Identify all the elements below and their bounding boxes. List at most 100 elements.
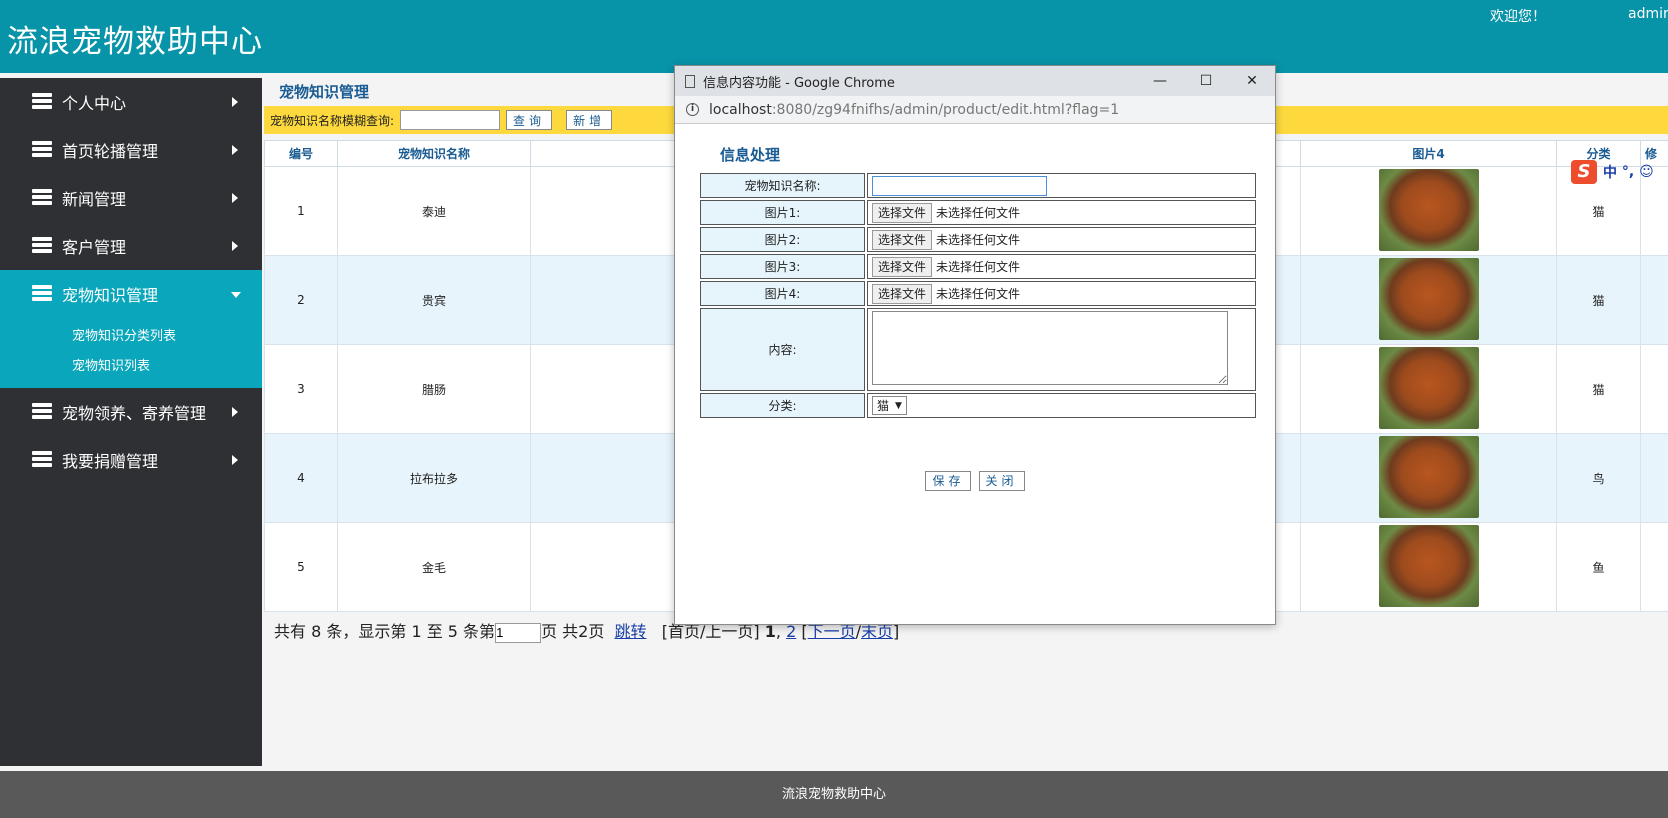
image2-file-status: 未选择任何文件 <box>936 232 1021 247</box>
ime-toolbar[interactable]: S 中 °, ☺ <box>1571 160 1654 184</box>
chevron-right-icon <box>232 407 238 417</box>
search-label: 宠物知识名称模糊查询: <box>270 113 395 128</box>
cell-category: 鸟 <box>1556 433 1641 523</box>
sogou-icon: S <box>1571 160 1597 184</box>
user-name[interactable]: admin <box>1628 6 1668 22</box>
chevron-right-icon <box>232 455 238 465</box>
image1-file-button[interactable]: 选择文件 <box>872 202 933 223</box>
cell-id: 3 <box>264 344 338 434</box>
stack-icon <box>32 189 52 207</box>
edit-form: 宠物知识名称: 图片1: 选择文件 未选择任何文件 图片2: 选择文件 未选择任何文… <box>698 171 1258 420</box>
cell-id: 2 <box>264 255 338 345</box>
url-path: :8080/zg94fnifhs/admin/product/edit.html… <box>771 101 1120 118</box>
column-header: 编号 <box>264 140 338 167</box>
cell-id: 5 <box>264 522 338 612</box>
form-actions: 保存 关闭 <box>675 470 1275 491</box>
stack-icon <box>32 285 52 303</box>
cell-name: 贵宾 <box>337 255 531 345</box>
cell-name: 金毛 <box>337 522 531 612</box>
name-label: 宠物知识名称: <box>700 173 865 198</box>
stack-icon <box>32 451 52 469</box>
minimize-icon[interactable]: — <box>1137 66 1183 96</box>
name-input[interactable] <box>872 175 1047 196</box>
address-bar[interactable]: i localhost:8080/zg94fnifhs/admin/produc… <box>675 96 1275 124</box>
sidebar-subitem-category-list[interactable]: 宠物知识分类列表 <box>0 322 262 352</box>
sidebar-item-label: 宠物知识管理 <box>62 286 159 305</box>
cell-category: 猫 <box>1556 255 1641 345</box>
stack-icon <box>32 93 52 111</box>
pet-image-4 <box>1378 168 1479 251</box>
image4-file-button[interactable]: 选择文件 <box>872 283 933 304</box>
search-input[interactable] <box>400 110 501 130</box>
image4-file-status: 未选择任何文件 <box>936 286 1021 301</box>
category-label: 分类: <box>700 393 865 418</box>
image3-file-status: 未选择任何文件 <box>936 259 1021 274</box>
site-title: 流浪宠物救助中心 <box>7 24 263 60</box>
sidebar-item-donation[interactable]: 我要捐赠管理 <box>0 436 262 484</box>
sidebar-item-label: 新闻管理 <box>62 190 127 209</box>
ime-mode: 中 <box>1603 165 1617 181</box>
image2-file-button[interactable]: 选择文件 <box>872 229 933 250</box>
image3-label: 图片3: <box>700 254 865 279</box>
chevron-right-icon <box>232 145 238 155</box>
stack-icon <box>32 141 52 159</box>
category-select[interactable]: 猫 ▼ <box>872 396 907 415</box>
image4-label: 图片4: <box>700 281 865 306</box>
sidebar: 个人中心 首页轮播管理 新闻管理 客户管理 宠物知识管理 宠物知识分类列表 宠物… <box>0 78 262 766</box>
column-header: 图片4 <box>1300 140 1557 167</box>
sidebar-item-label: 客户管理 <box>62 238 127 257</box>
cell-name: 腊肠 <box>337 344 531 434</box>
close-icon[interactable]: ✕ <box>1229 66 1275 96</box>
sidebar-item-customers[interactable]: 客户管理 <box>0 222 262 270</box>
image3-file-button[interactable]: 选择文件 <box>872 256 933 277</box>
form-title: 信息处理 <box>720 146 781 164</box>
pet-image-4 <box>1378 346 1479 429</box>
sidebar-item-label: 首页轮播管理 <box>62 142 159 161</box>
pager-total: 页 共2页 <box>541 622 605 641</box>
maximize-icon[interactable]: ☐ <box>1183 66 1229 96</box>
dropdown-arrow-icon: ▼ <box>895 400 902 411</box>
cell-category: 猫 <box>1556 344 1641 434</box>
cell-id: 4 <box>264 433 338 523</box>
image2-label: 图片2: <box>700 227 865 252</box>
document-icon <box>685 74 695 88</box>
add-button[interactable]: 新增 <box>566 110 613 130</box>
window-title: 信息内容功能 - Google Chrome <box>703 75 895 91</box>
chevron-right-icon <box>232 97 238 107</box>
welcome-text: 欢迎您！ <box>1490 9 1546 25</box>
pet-image-4 <box>1378 435 1479 518</box>
cell-name: 泰迪 <box>337 166 531 256</box>
chevron-right-icon <box>232 193 238 203</box>
sidebar-item-label: 我要捐赠管理 <box>62 452 159 471</box>
sidebar-subitem-knowledge-list[interactable]: 宠物知识列表 <box>0 352 262 382</box>
search-button[interactable]: 查询 <box>506 110 553 130</box>
sidebar-item-pet-knowledge[interactable]: 宠物知识管理 <box>0 270 262 318</box>
edit-popup-window: 信息内容功能 - Google Chrome — ☐ ✕ i localhost… <box>674 65 1276 625</box>
save-button[interactable]: 保存 <box>925 470 972 491</box>
pet-image-4 <box>1378 257 1479 340</box>
pet-knowledge-submenu: 宠物知识分类列表 宠物知识列表 <box>0 318 262 388</box>
window-titlebar: 信息内容功能 - Google Chrome — ☐ ✕ <box>675 66 1275 96</box>
chevron-down-icon <box>231 292 241 298</box>
close-button[interactable]: 关闭 <box>978 470 1025 491</box>
pet-image-4 <box>1378 524 1479 607</box>
category-selected-value: 猫 <box>877 399 890 413</box>
cell-category: 鱼 <box>1556 522 1641 612</box>
image1-label: 图片1: <box>700 200 865 225</box>
content-label: 内容: <box>700 308 865 391</box>
stack-icon <box>32 237 52 255</box>
cell-name: 拉布拉多 <box>337 433 531 523</box>
page-number-input[interactable] <box>495 622 542 643</box>
cell-id: 1 <box>264 166 338 256</box>
sidebar-item-personal-center[interactable]: 个人中心 <box>0 78 262 126</box>
sidebar-item-label: 宠物领养、寄养管理 <box>62 404 207 423</box>
emoji-icon: ☺ <box>1639 164 1654 180</box>
jump-link[interactable]: 跳转 <box>615 622 647 641</box>
info-icon[interactable]: i <box>686 103 699 116</box>
sidebar-item-carousel[interactable]: 首页轮播管理 <box>0 126 262 174</box>
sidebar-item-adoption[interactable]: 宠物领养、寄养管理 <box>0 388 262 436</box>
sidebar-item-news[interactable]: 新闻管理 <box>0 174 262 222</box>
content-textarea[interactable] <box>872 311 1228 385</box>
ime-punct: °, <box>1621 164 1635 180</box>
stack-icon <box>32 403 52 421</box>
